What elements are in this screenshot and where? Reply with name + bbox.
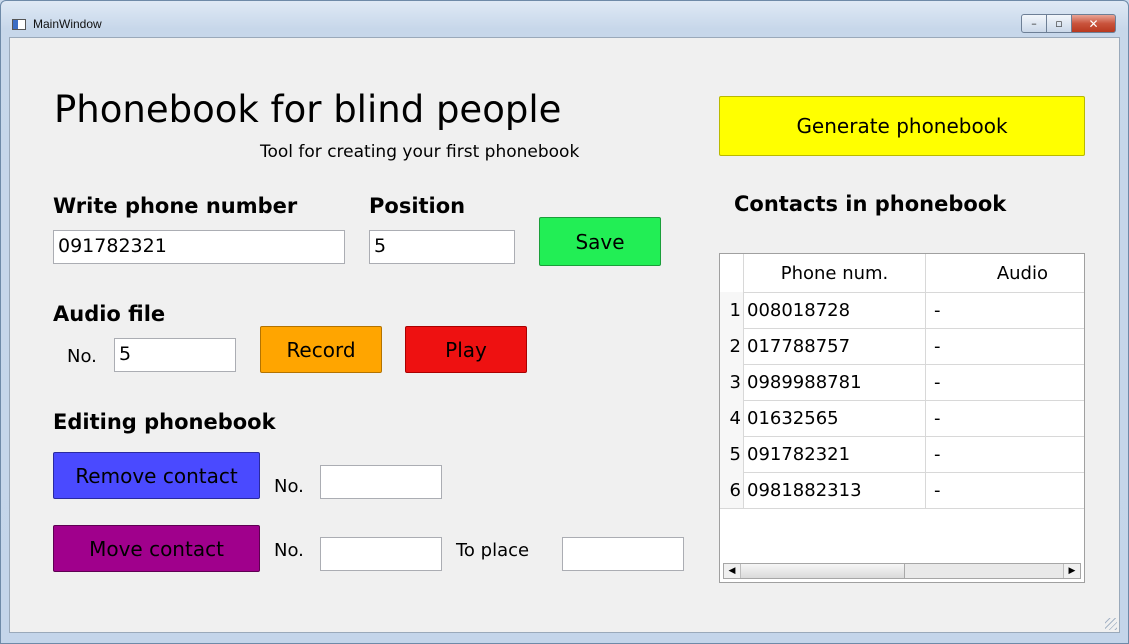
- contacts-table[interactable]: Phone num. Audio 1 008018728 - 2 0177887…: [719, 253, 1085, 583]
- table-header: Phone num. Audio: [720, 254, 1084, 293]
- generate-phonebook-label: Generate phonebook: [796, 114, 1008, 138]
- table-row[interactable]: 1 008018728 -: [720, 292, 1084, 329]
- play-button[interactable]: Play: [405, 326, 527, 373]
- scroll-left-arrow-icon[interactable]: ◀: [724, 564, 741, 578]
- contacts-heading: Contacts in phonebook: [734, 192, 1007, 216]
- main-window: MainWindow – ▫ ✕ Phonebook for blind peo…: [0, 0, 1129, 644]
- remove-contact-label: Remove contact: [75, 463, 238, 488]
- audio-cell[interactable]: -: [926, 328, 1084, 364]
- remove-contact-button[interactable]: Remove contact: [53, 452, 260, 499]
- title-bar[interactable]: MainWindow – ▫ ✕: [1, 1, 1128, 35]
- move-contact-label: Move contact: [89, 536, 224, 561]
- resize-grip-icon[interactable]: [1105, 618, 1117, 630]
- client-area: Phonebook for blind people Tool for crea…: [9, 37, 1120, 633]
- table-row[interactable]: 6 0981882313 -: [720, 472, 1084, 509]
- move-contact-button[interactable]: Move contact: [53, 525, 260, 572]
- table-row[interactable]: 2 017788757 -: [720, 328, 1084, 365]
- table-row[interactable]: 4 01632565 -: [720, 400, 1084, 437]
- maximize-icon: ▫: [1055, 17, 1063, 30]
- caption-buttons: – ▫ ✕: [1021, 14, 1116, 33]
- phone-cell[interactable]: 008018728: [744, 292, 926, 328]
- position-input[interactable]: 5: [369, 230, 515, 264]
- to-place-label: To place: [456, 540, 530, 561]
- table-corner[interactable]: [720, 254, 744, 292]
- table-row[interactable]: 3 0989988781 -: [720, 364, 1084, 401]
- row-number[interactable]: 6: [720, 472, 744, 508]
- scrollbar-thumb[interactable]: [741, 564, 905, 578]
- column-header-audio[interactable]: Audio: [926, 254, 1084, 292]
- page-subtitle: Tool for creating your first phonebook: [260, 142, 580, 162]
- record-button[interactable]: Record: [260, 326, 382, 373]
- phone-number-label: Write phone number: [53, 194, 298, 218]
- row-number[interactable]: 1: [720, 292, 744, 328]
- row-number[interactable]: 2: [720, 328, 744, 364]
- phone-cell[interactable]: 017788757: [744, 328, 926, 364]
- generate-phonebook-button[interactable]: Generate phonebook: [719, 96, 1085, 156]
- minimize-button[interactable]: –: [1021, 14, 1047, 33]
- maximize-button[interactable]: ▫: [1047, 14, 1072, 33]
- to-place-input[interactable]: [562, 537, 684, 571]
- scroll-right-arrow-icon[interactable]: ▶: [1063, 564, 1080, 578]
- phone-cell[interactable]: 0989988781: [744, 364, 926, 400]
- audio-no-input[interactable]: 5: [114, 338, 236, 372]
- audio-cell[interactable]: -: [926, 292, 1084, 328]
- row-number[interactable]: 3: [720, 364, 744, 400]
- page-title: Phonebook for blind people: [54, 88, 562, 131]
- save-label: Save: [575, 229, 625, 254]
- column-header-phone[interactable]: Phone num.: [744, 254, 926, 292]
- audio-no-label: No.: [67, 346, 97, 367]
- move-no-label: No.: [274, 540, 304, 561]
- position-label: Position: [369, 194, 466, 218]
- horizontal-scrollbar[interactable]: ◀ ▶: [723, 563, 1081, 579]
- audio-cell[interactable]: -: [926, 400, 1084, 436]
- record-label: Record: [286, 337, 356, 362]
- audio-cell[interactable]: -: [926, 364, 1084, 400]
- play-label: Play: [445, 337, 487, 362]
- window-title: MainWindow: [33, 17, 102, 31]
- audio-cell[interactable]: -: [926, 436, 1084, 472]
- phone-number-input[interactable]: 091782321: [53, 230, 345, 264]
- minimize-icon: –: [1031, 17, 1037, 30]
- remove-no-input[interactable]: [320, 465, 442, 499]
- editing-phonebook-label: Editing phonebook: [53, 410, 276, 434]
- row-number[interactable]: 5: [720, 436, 744, 472]
- remove-no-label: No.: [274, 476, 304, 497]
- phone-cell[interactable]: 0981882313: [744, 472, 926, 508]
- table-row[interactable]: 5 091782321 -: [720, 436, 1084, 473]
- app-icon: [12, 19, 26, 30]
- move-no-input[interactable]: [320, 537, 442, 571]
- phone-cell[interactable]: 01632565: [744, 400, 926, 436]
- close-icon: ✕: [1088, 16, 1099, 31]
- save-button[interactable]: Save: [539, 217, 661, 266]
- close-button[interactable]: ✕: [1072, 14, 1116, 33]
- row-number[interactable]: 4: [720, 400, 744, 436]
- audio-file-label: Audio file: [53, 302, 166, 326]
- audio-cell[interactable]: -: [926, 472, 1084, 508]
- phone-cell[interactable]: 091782321: [744, 436, 926, 472]
